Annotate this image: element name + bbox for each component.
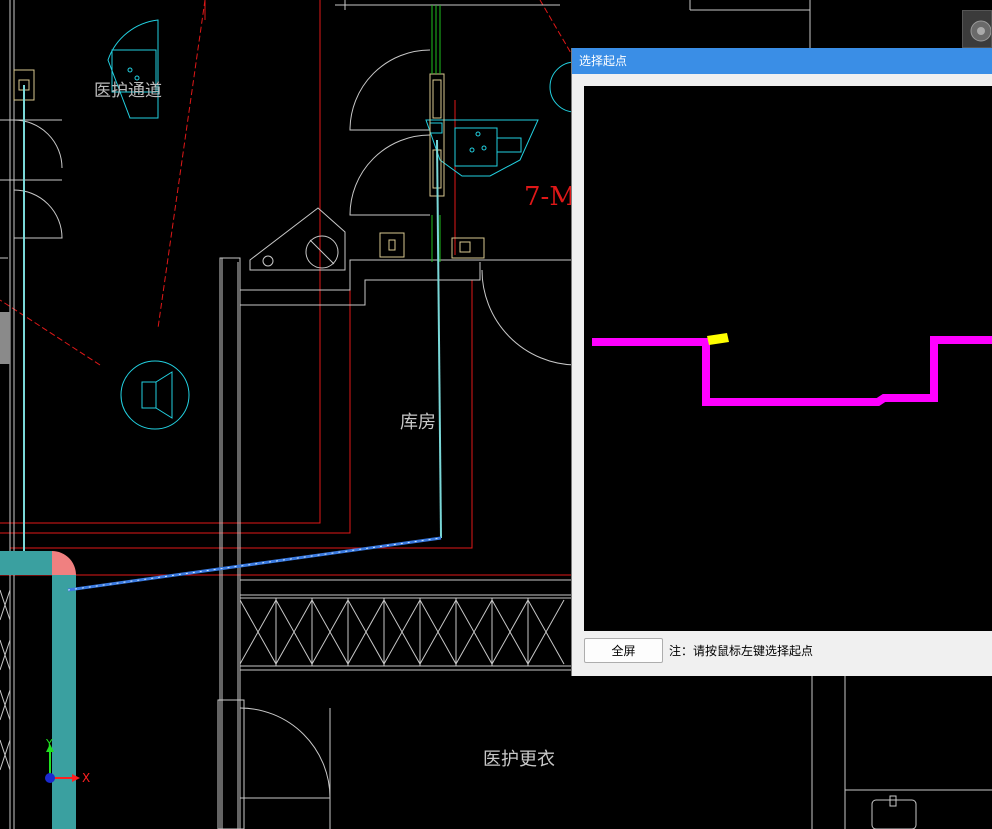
door-tag-text: 7-M xyxy=(524,182,576,212)
cyan-fixtures xyxy=(107,19,576,430)
navigation-cube-icon[interactable] xyxy=(962,10,992,48)
outlet-boxes xyxy=(13,69,485,259)
fullscreen-button[interactable]: 全屏 xyxy=(584,638,663,663)
instruction-note: 注：请按鼠标左键选择起点 xyxy=(669,644,814,658)
door-swings xyxy=(13,49,576,829)
start-point-marker[interactable] xyxy=(707,333,729,345)
red-layer-lines xyxy=(0,0,576,576)
blue-pipe xyxy=(67,536,442,592)
route-preview-canvas[interactable] xyxy=(584,86,992,631)
bottom-right-fixture xyxy=(871,795,917,829)
dialog-title: 选择起点 xyxy=(579,54,628,68)
left-wall-block xyxy=(0,312,10,364)
dialog-titlebar[interactable]: 选择起点 xyxy=(572,48,992,74)
room-label-storage: 库房 xyxy=(400,412,436,433)
round-fixture xyxy=(249,207,346,271)
cyan-pipes xyxy=(23,85,442,558)
room-label-nurse-corridor: 医护通道 xyxy=(94,81,162,101)
room-label-nurse-changing: 医护更衣 xyxy=(483,749,555,770)
select-start-dialog: 选择起点 全屏 注：请按鼠标左键选择起点 xyxy=(571,48,992,676)
preview-route-path xyxy=(592,336,992,406)
ucs-y-label: Y xyxy=(46,737,53,750)
ucs-x-label: X xyxy=(82,771,91,785)
